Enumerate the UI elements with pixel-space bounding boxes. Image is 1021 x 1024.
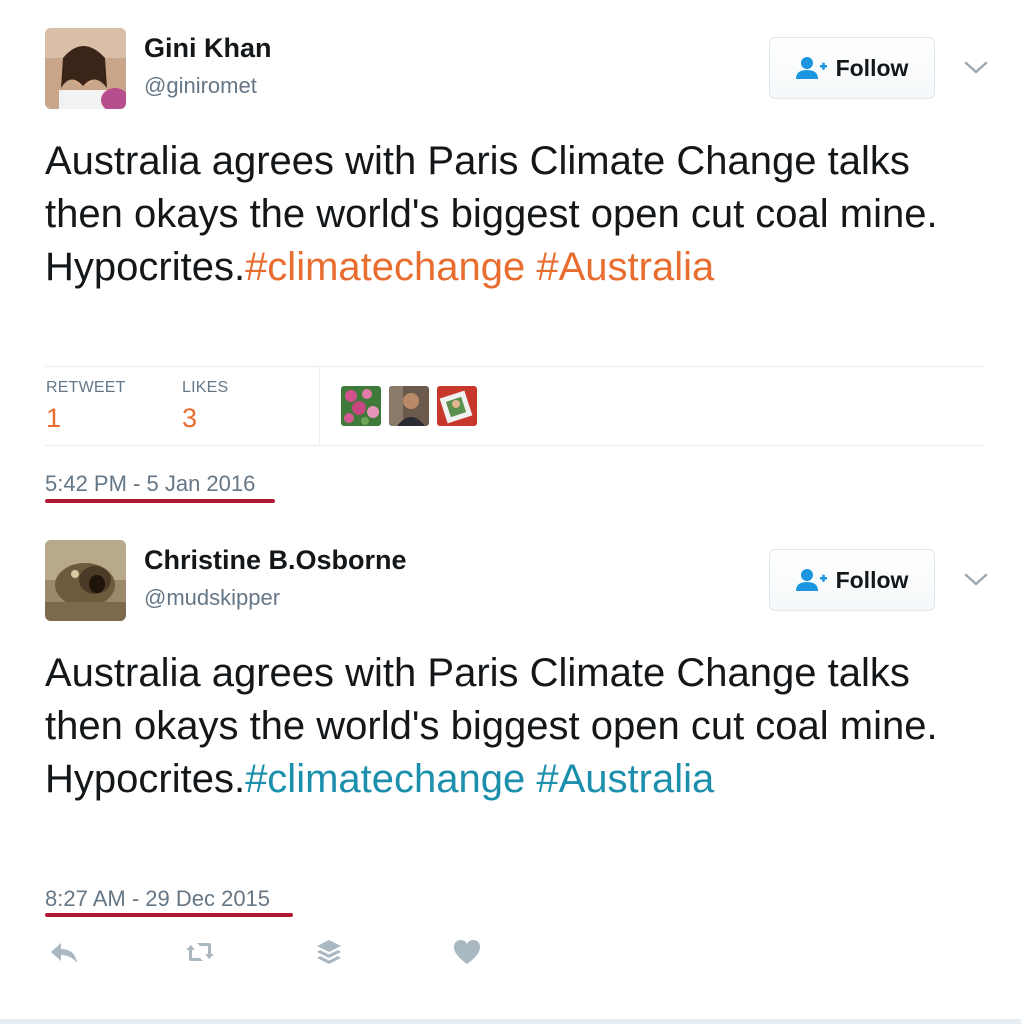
follow-label: Follow — [835, 566, 909, 593]
display-name[interactable]: Christine B.Osborne — [144, 545, 407, 576]
chevron-down-icon[interactable] — [962, 570, 990, 590]
follow-person-plus-icon — [795, 568, 828, 592]
tweet-text: Australia agrees with Paris Climate Chan… — [45, 647, 985, 806]
heart-icon[interactable] — [450, 935, 484, 969]
hashtag-link[interactable]: #Australia — [536, 757, 714, 801]
retweet-icon[interactable] — [183, 935, 217, 969]
annotation-underline — [45, 913, 293, 917]
follow-button[interactable]: Follow — [769, 549, 935, 611]
hashtag-link[interactable]: #climatechange — [245, 757, 525, 801]
user-handle[interactable]: @mudskipper — [144, 585, 280, 611]
tweet-actions — [45, 935, 505, 969]
buffer-layers-icon[interactable] — [312, 935, 346, 969]
bottom-border — [0, 1019, 1021, 1024]
reply-icon[interactable] — [47, 935, 81, 969]
tweet-2: Christine B.Osborne @mudskipper Follow A… — [0, 0, 1021, 1019]
avatar[interactable] — [45, 540, 126, 621]
tweet-timestamp[interactable]: 8:27 AM - 29 Dec 2015 — [45, 886, 270, 912]
